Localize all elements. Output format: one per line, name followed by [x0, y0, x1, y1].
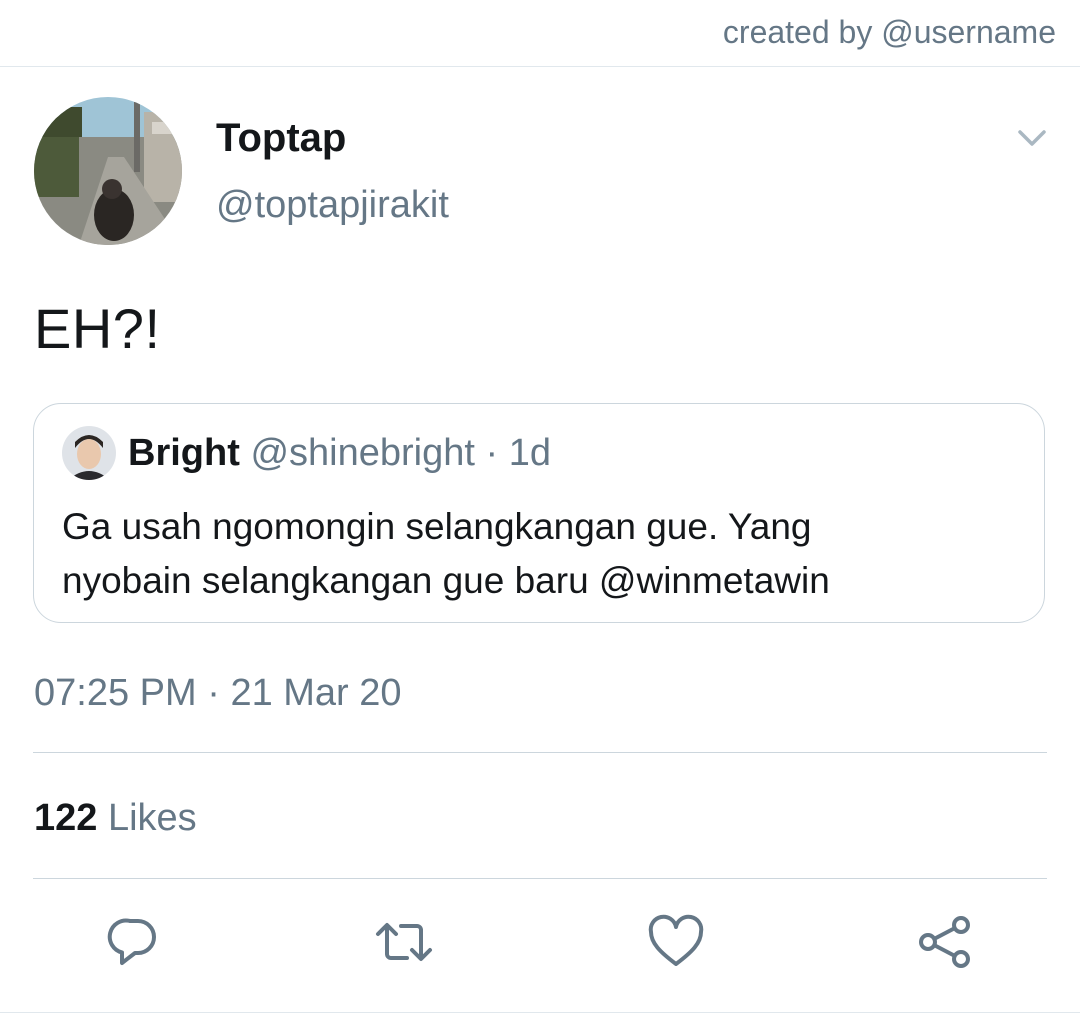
divider	[33, 878, 1047, 879]
quoted-display-name[interactable]: Bright	[128, 432, 240, 474]
likes-label: Likes	[107, 797, 197, 839]
share-button[interactable]	[914, 912, 974, 972]
heart-icon	[648, 914, 704, 966]
user-handle[interactable]: @toptapjirakit	[216, 184, 449, 227]
quoted-text: Ga usah ngomongin selangkangan gue. Yang…	[62, 500, 1012, 608]
avatar-photo	[34, 97, 182, 245]
credit-text: created by @username	[722, 14, 1056, 50]
avatar[interactable]	[34, 97, 182, 245]
reply-button[interactable]	[104, 912, 164, 972]
like-button[interactable]	[646, 912, 706, 972]
share-icon	[919, 916, 970, 968]
quoted-age: 1d	[508, 432, 551, 474]
reply-icon	[107, 918, 156, 965]
divider	[33, 752, 1047, 753]
display-name[interactable]: Toptap	[216, 116, 346, 161]
quoted-handle[interactable]: @shinebright	[250, 432, 474, 474]
retweet-icon	[376, 923, 432, 961]
likes-stat[interactable]: 122 Likes	[34, 797, 197, 840]
tweet-date: 21 Mar 20	[230, 672, 402, 714]
quoted-separator: ·	[485, 432, 499, 474]
quoted-avatar[interactable]	[62, 426, 116, 480]
tweet-timestamp[interactable]: 07:25 PM · 21 Mar 20	[34, 672, 402, 715]
quoted-tweet[interactable]: Bright @shinebright · 1d Ga usah ngomong…	[33, 403, 1045, 623]
tweet-screenshot: created by @username Toptap @toptapjirak…	[0, 0, 1080, 1027]
timestamp-separator: ·	[207, 672, 220, 714]
quoted-avatar-photo	[62, 426, 116, 480]
likes-count: 122	[34, 797, 98, 839]
bottom-border	[0, 1012, 1080, 1013]
chevron-down-icon[interactable]	[1012, 118, 1052, 158]
retweet-button[interactable]	[374, 912, 434, 972]
quoted-text-line: Ga usah ngomongin selangkangan gue. Yang	[62, 506, 812, 547]
quoted-text-line: nyobain selangkangan gue baru @winmetawi…	[62, 560, 830, 601]
tweet-text: EH?!	[34, 297, 161, 360]
credit-bar: created by @username	[0, 0, 1080, 67]
quoted-header: Bright @shinebright · 1d	[128, 432, 551, 475]
tweet-time: 07:25 PM	[34, 672, 197, 714]
